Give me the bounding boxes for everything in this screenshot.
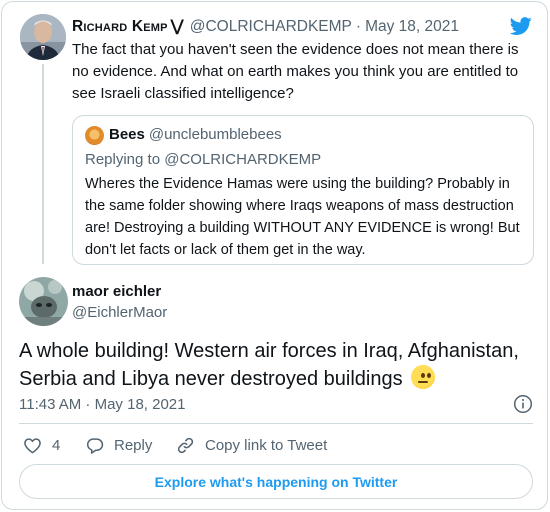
- reply-bubble-icon: [86, 437, 104, 454]
- like-count: 4: [52, 436, 61, 454]
- copy-link-button[interactable]: Copy link to Tweet: [176, 433, 327, 457]
- parent-tweet-text: The fact that you haven't seen the evide…: [72, 41, 519, 102]
- avatar[interactable]: [20, 14, 66, 60]
- quoted-author-handle: @unclebumblebees: [148, 126, 282, 143]
- copy-link-label: Copy link to Tweet: [205, 436, 328, 454]
- like-button[interactable]: 4: [23, 433, 60, 457]
- verified-mark: ⋁: [170, 18, 184, 35]
- heart-icon: [24, 437, 41, 453]
- author-handle[interactable]: @EichlerMaor: [72, 304, 167, 321]
- quoted-tweet-text: Wheres the Evidence Hamas were using the…: [85, 176, 520, 258]
- info-icon[interactable]: [513, 394, 533, 414]
- author-name[interactable]: maor eichler: [72, 283, 161, 300]
- replying-to-label: Replying to @COLRICHARDKEMP: [85, 151, 322, 168]
- twitter-bird-icon[interactable]: [509, 15, 533, 37]
- main-tweet-text-body: A whole building! Western air forces in …: [19, 340, 519, 390]
- parent-tweet-header: Richard Kemp ⋁ @COLRICHARDKEMP · May 18, 20…: [72, 17, 459, 36]
- main-tweet-text: A whole building! Western air forces in …: [19, 338, 544, 393]
- author-handle[interactable]: @COLRICHARDKEMP: [190, 18, 352, 35]
- explore-label: Explore what's happening on Twitter: [154, 473, 398, 490]
- separator-dot: ·: [355, 18, 362, 35]
- reply-button[interactable]: Reply: [85, 433, 152, 457]
- tweet-date[interactable]: May 18, 2021: [365, 18, 459, 35]
- thread-connector-line: [42, 64, 44, 264]
- divider: [19, 423, 533, 424]
- quoted-author-name: Bees: [109, 126, 145, 143]
- avatar[interactable]: [19, 277, 68, 326]
- quoted-tweet-header: Bees @unclebumblebees: [109, 126, 282, 143]
- quoted-avatar: [85, 126, 104, 145]
- quoted-tweet[interactable]: Bees @unclebumblebees Replying to @COLRIC…: [72, 115, 534, 265]
- link-icon: [177, 437, 194, 453]
- explore-twitter-button[interactable]: Explore what's happening on Twitter: [19, 464, 533, 499]
- author-name[interactable]: Richard Kemp: [72, 18, 168, 35]
- rolling-eyes-emoji-icon: [411, 365, 436, 389]
- tweet-embed-card: Richard Kemp ⋁ @COLRICHARDKEMP · May 18, 20…: [1, 1, 548, 510]
- reply-label: Reply: [114, 436, 153, 454]
- tweet-timestamp[interactable]: 11:43 AM · May 18, 2021: [19, 396, 186, 413]
